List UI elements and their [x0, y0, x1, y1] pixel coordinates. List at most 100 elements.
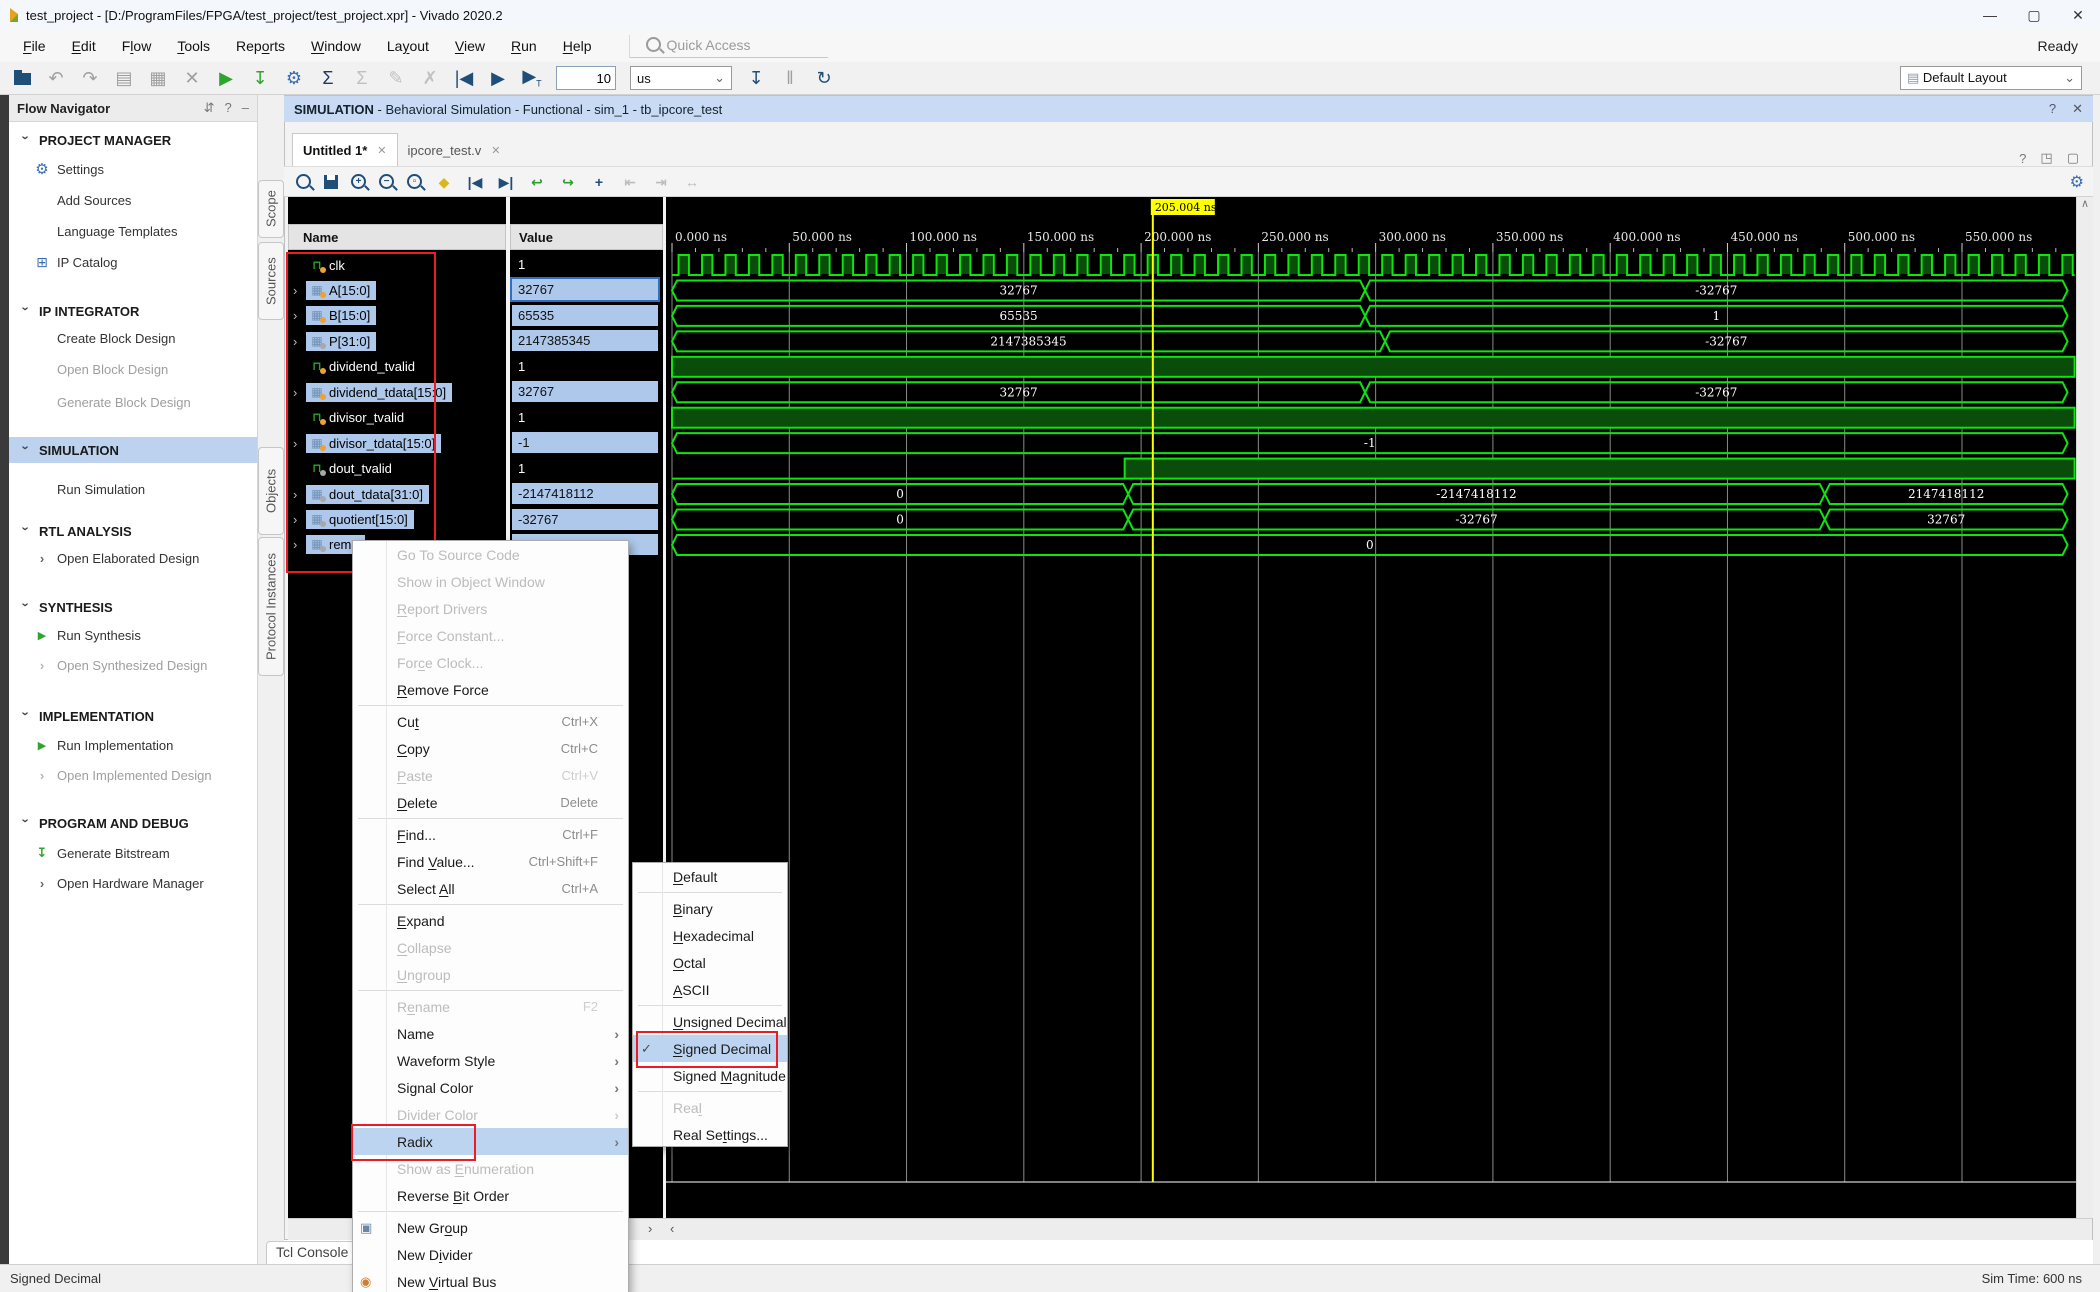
radix-menu-item-octal[interactable]: Octal — [633, 949, 787, 976]
context-menu-item-rename[interactable]: RenameF2 — [353, 993, 628, 1020]
context-menu-item-go-to-source-code[interactable]: Go To Source Code — [353, 541, 628, 568]
simulation-time-input[interactable] — [556, 66, 616, 90]
flownav-item-generate-block-design[interactable]: Generate Block Design — [9, 389, 257, 415]
waveform-canvas[interactable]: 0.000 ns50.000 ns100.000 ns150.000 ns200… — [666, 197, 2076, 1218]
panel-help-icon[interactable]: ? — [2049, 101, 2056, 117]
flownav-section-rtl-analysis[interactable]: ›RTL ANALYSIS — [9, 518, 257, 544]
run-flow-icon[interactable]: ▶ — [216, 69, 236, 87]
context-menu-item-expand[interactable]: Expand — [353, 907, 628, 934]
tab-untitled-1[interactable]: Untitled 1* ✕ — [292, 133, 398, 166]
menubar-item-view[interactable]: View — [442, 34, 498, 58]
quick-access-search[interactable]: Quick Access — [629, 35, 828, 58]
minimize-button[interactable]: — — [1968, 0, 2012, 30]
context-menu-item-force-constant[interactable]: Force Constant... — [353, 622, 628, 649]
signal-value[interactable]: -32767 — [512, 509, 658, 530]
context-menu-item-new-group[interactable]: ▣New Group — [353, 1214, 628, 1241]
menubar-item-flow[interactable]: Flow — [109, 34, 165, 58]
flownav-item-open-implemented-design[interactable]: ›Open Implemented Design — [9, 762, 257, 788]
wave-settings-gear-icon[interactable]: ⚙ — [2070, 172, 2084, 192]
flownav-item-generate-bitstream[interactable]: ↧Generate Bitstream — [9, 840, 257, 866]
run-for-time-icon[interactable]: ▶T — [522, 67, 542, 89]
context-menu-item-find-value[interactable]: Find Value...Ctrl+Shift+F — [353, 848, 628, 875]
flownav-section-project-manager[interactable]: ›PROJECT MANAGER — [9, 127, 257, 153]
go-to-time-0-icon[interactable]: |◀ — [466, 175, 484, 189]
edit-disabled-icon[interactable]: ✎ — [386, 69, 406, 87]
previous-transition-icon[interactable]: ↩ — [528, 175, 546, 189]
collapse-all-icon[interactable]: ⇵ — [204, 100, 215, 116]
context-menu-item-remove-force[interactable]: Remove Force — [353, 676, 628, 703]
run-all-icon[interactable]: ▶ — [488, 69, 508, 87]
help-icon[interactable]: ? — [225, 100, 232, 116]
context-menu-item-paste[interactable]: PasteCtrl+V — [353, 762, 628, 789]
radix-menu-item-real[interactable]: Real — [633, 1094, 787, 1121]
value-column-header[interactable]: Value — [511, 230, 553, 245]
maximize-button[interactable]: ▢ — [2012, 0, 2056, 30]
side-tab-scope[interactable]: Scope — [258, 180, 284, 238]
menubar-item-window[interactable]: Window — [298, 34, 374, 58]
menubar-item-run[interactable]: Run — [498, 34, 550, 58]
flownav-section-implementation[interactable]: ›IMPLEMENTATION — [9, 703, 257, 729]
signal-value[interactable]: 65535 — [512, 305, 658, 326]
redo-icon[interactable]: ↷ — [80, 69, 100, 87]
generate-bitstream-toolbar-icon[interactable]: ↧ — [250, 69, 270, 87]
context-menu-item-name[interactable]: Name› — [353, 1020, 628, 1047]
signal-value[interactable]: 1 — [518, 254, 658, 275]
radix-menu-item-binary[interactable]: Binary — [633, 895, 787, 922]
context-menu-item-ungroup[interactable]: Ungroup — [353, 961, 628, 988]
signal-value[interactable]: 1 — [518, 356, 658, 377]
context-menu-item-show-in-object-window[interactable]: Show in Object Window — [353, 568, 628, 595]
search-icon[interactable] — [296, 174, 311, 189]
relaunch-icon[interactable]: ↻ — [814, 69, 834, 87]
close-tab-icon[interactable]: ✕ — [491, 144, 500, 157]
context-menu-item-signal-color[interactable]: Signal Color› — [353, 1074, 628, 1101]
context-menu-item-delete[interactable]: DeleteDelete — [353, 789, 628, 816]
menubar-item-file[interactable]: File — [10, 34, 59, 58]
save-waveform-icon[interactable] — [324, 175, 338, 189]
paste-icon[interactable]: ▦ — [148, 69, 168, 87]
flownav-item-run-implementation[interactable]: ▶Run Implementation — [9, 732, 257, 758]
previous-edge-disabled-icon[interactable]: ⇤ — [621, 175, 639, 189]
flownav-item-settings[interactable]: ⚙Settings — [9, 156, 257, 182]
undo-icon[interactable]: ↶ — [46, 69, 66, 87]
flownav-section-simulation[interactable]: ›SIMULATION — [9, 437, 257, 463]
signal-value[interactable]: -1 — [512, 432, 658, 453]
signal-value[interactable]: 1 — [518, 458, 658, 479]
flownav-item-open-block-design[interactable]: Open Block Design — [9, 356, 257, 382]
settings-gear-icon[interactable]: ⚙ — [284, 69, 304, 87]
flownav-item-run-simulation[interactable]: Run Simulation — [9, 476, 257, 502]
float-window-icon[interactable]: ◳ — [2040, 150, 2052, 166]
tab-help-icon[interactable]: ? — [2019, 151, 2026, 166]
panel-close-icon[interactable]: ✕ — [2072, 101, 2083, 117]
context-menu-item-new-virtual-bus[interactable]: ◉New Virtual Bus — [353, 1268, 628, 1292]
zoom-in-icon[interactable]: + — [351, 174, 366, 189]
menubar-item-layout[interactable]: Layout — [374, 34, 442, 58]
step-icon[interactable]: ↧ — [746, 69, 766, 87]
close-tab-icon[interactable]: ✕ — [377, 144, 386, 157]
flownav-item-ip-catalog[interactable]: ⊞IP Catalog — [9, 249, 257, 275]
next-edge-disabled-icon[interactable]: ⇥ — [652, 175, 670, 189]
radix-menu-item-real-settings[interactable]: Real Settings... — [633, 1121, 787, 1148]
flownav-item-add-sources[interactable]: Add Sources — [9, 187, 257, 213]
menubar-item-help[interactable]: Help — [550, 34, 605, 58]
context-menu-item-copy[interactable]: CopyCtrl+C — [353, 735, 628, 762]
context-menu-item-collapse[interactable]: Collapse — [353, 934, 628, 961]
context-menu-item-force-clock[interactable]: Force Clock... — [353, 649, 628, 676]
flownav-item-open-elaborated-design[interactable]: ›Open Elaborated Design — [9, 545, 257, 571]
context-menu-item-new-divider[interactable]: New Divider — [353, 1241, 628, 1268]
menubar-item-tools[interactable]: Tools — [164, 34, 223, 58]
flownav-item-language-templates[interactable]: Language Templates — [9, 218, 257, 244]
go-to-time-end-icon[interactable]: ▶| — [497, 175, 515, 189]
open-recent-icon[interactable] — [12, 69, 32, 88]
delete-icon[interactable]: ✕ — [182, 69, 202, 87]
context-menu-item-cut[interactable]: CutCtrl+X — [353, 708, 628, 735]
fit-disabled-icon[interactable]: ↔ — [683, 175, 701, 189]
flownav-item-open-hardware-manager[interactable]: ›Open Hardware Manager — [9, 870, 257, 896]
break-icon[interactable]: ‖ — [780, 69, 800, 87]
zoom-to-cursor-icon[interactable]: ◆ — [435, 175, 453, 189]
menubar-item-reports[interactable]: Reports — [223, 34, 298, 58]
context-menu-item-waveform-style[interactable]: Waveform Style› — [353, 1047, 628, 1074]
flownav-section-program-and-debug[interactable]: ›PROGRAM AND DEBUG — [9, 810, 257, 836]
restart-simulation-icon[interactable]: |◀ — [454, 69, 474, 87]
sigma-disabled-icon[interactable]: Σ — [352, 69, 372, 87]
scroll-right-icon[interactable]: › — [648, 1221, 652, 1236]
